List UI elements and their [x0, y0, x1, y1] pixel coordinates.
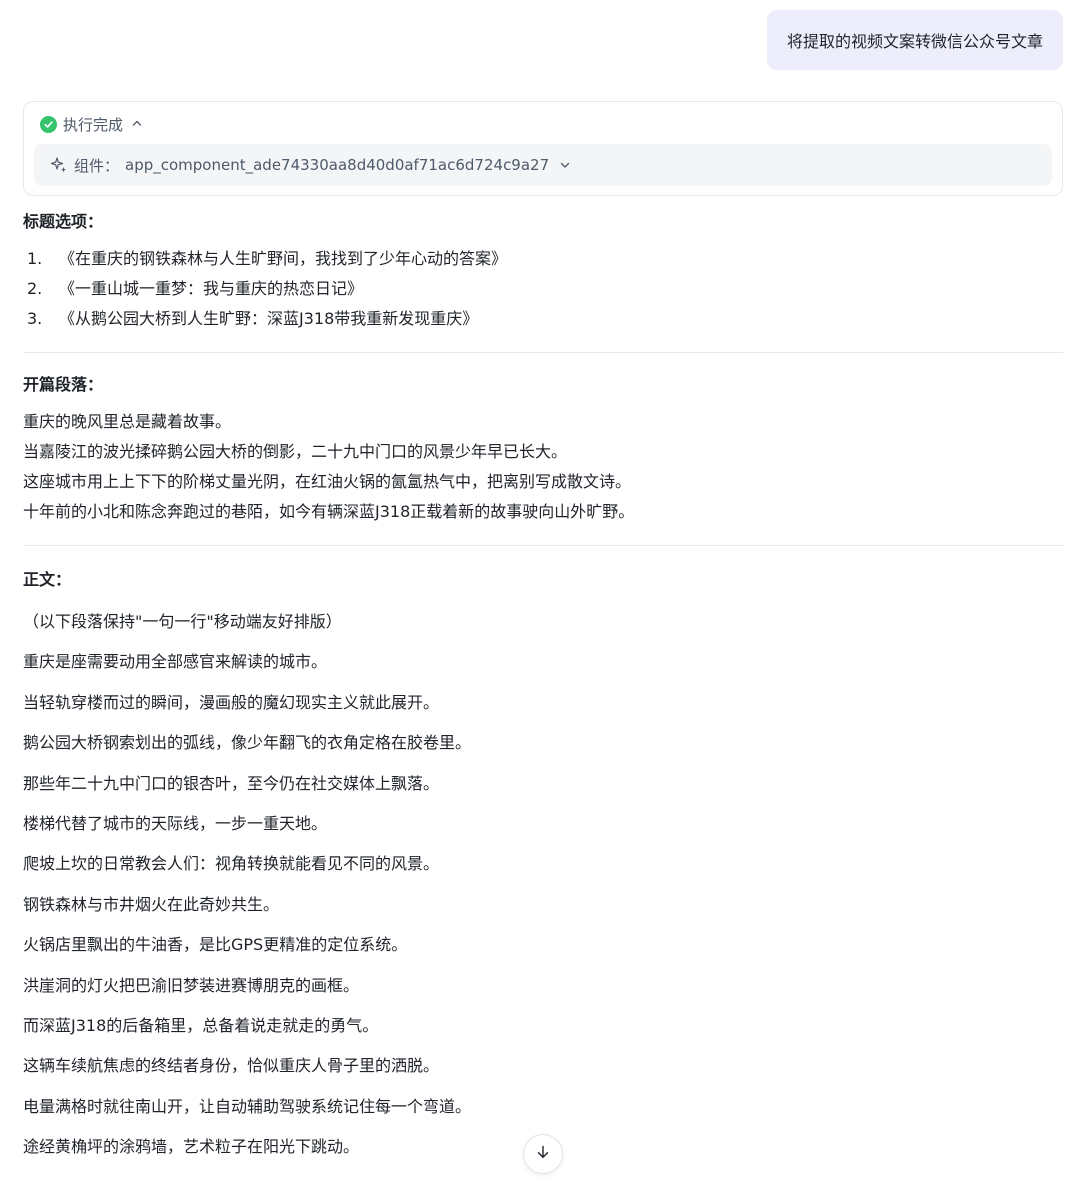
text-line: 这座城市用上上下下的阶梯丈量光阴，在红油火锅的氤氲热气中，把离别写成散文诗。	[23, 472, 632, 491]
arrow-down-icon	[535, 1144, 551, 1164]
text-line: 十年前的小北和陈念奔跑过的巷陌，如今有辆深蓝J318正载着新的故事驶向山外旷野。	[23, 502, 635, 521]
execution-status-text: 执行完成	[63, 116, 124, 134]
component-label: 组件：	[74, 156, 120, 175]
opening-paragraph: 重庆的晚风里总是藏着故事。 当嘉陵江的波光揉碎鹅公园大桥的倒影，二十九中门口的风…	[23, 407, 1063, 527]
execution-status-toggle[interactable]: 执行完成	[40, 114, 143, 135]
text-line: 洪崖洞的灯火把巴渝旧梦装进赛博朋克的画框。	[23, 975, 360, 995]
text-line: 这辆车续航焦虑的终结者身份，恰似重庆人骨子里的洒脱。	[23, 1056, 440, 1076]
chevron-up-icon	[131, 117, 143, 132]
list-item: 3. 《从鹅公园大桥到人生旷野：深蓝J318带我重新发现重庆》	[27, 309, 479, 328]
opening-heading: 开篇段落：	[23, 375, 104, 394]
user-message-text: 将提取的视频文案转微信公众号文章	[786, 32, 1043, 51]
title-options-list: 1. 《在重庆的钢铁森林与人生旷野间，我找到了少年心动的答案》 2. 《一重山城一重…	[23, 244, 1063, 334]
text-line: 鹅公园大桥钢索划出的弧线，像少年翻飞的衣角定格在胶卷里。	[23, 733, 472, 753]
list-item: 1. 《在重庆的钢铁森林与人生旷野间，我找到了少年心动的答案》	[27, 249, 508, 268]
component-row[interactable]: 组件： app_component_ade74330aa8d40d0af71ac…	[34, 144, 1052, 186]
text-line: 电量满格时就往南山开，让自动辅助驾驶系统记住每一个弯道。	[23, 1096, 472, 1116]
text-line: 当嘉陵江的波光揉碎鹅公园大桥的倒影，二十九中门口的风景少年早已长大。	[23, 442, 568, 461]
text-line: 爬坡上坎的日常教会人们：视角转换就能看见不同的风景。	[23, 854, 440, 874]
execution-card: 执行完成 组件： app_component_ade74330aa8d40d0a…	[23, 101, 1063, 196]
text-line: 重庆的晚风里总是藏着故事。	[23, 412, 232, 431]
text-line: 楼梯代替了城市的天际线，一步一重天地。	[23, 813, 328, 833]
text-line: 重庆是座需要动用全部感官来解读的城市。	[23, 652, 328, 672]
component-id: app_component_ade74330aa8d40d0af71ac6d72…	[125, 156, 550, 174]
check-circle-icon	[40, 116, 57, 133]
text-line: 火锅店里飘出的牛油香，是比GPS更精准的定位系统。	[23, 935, 408, 955]
text-line: 而深蓝J318的后备箱里，总备着说走就走的勇气。	[23, 1015, 379, 1035]
body-heading: 正文：	[23, 570, 72, 589]
text-line: 当轻轨穿楼而过的瞬间，漫画般的魔幻现实主义就此展开。	[23, 692, 440, 712]
chevron-down-icon	[559, 159, 571, 171]
text-line: （以下段落保持"一句一行"移动端友好排版）	[23, 612, 342, 631]
body-paragraph: （以下段落保持"一句一行"移动端友好排版） 重庆是座需要动用全部感官来解读的城市…	[23, 602, 1063, 1167]
titles-heading: 标题选项：	[23, 212, 104, 231]
sparkle-icon	[50, 156, 68, 174]
user-message-bubble: 将提取的视频文案转微信公众号文章	[766, 10, 1063, 70]
scroll-to-bottom-button[interactable]	[523, 1134, 563, 1174]
text-line: 钢铁森林与市井烟火在此奇妙共生。	[23, 894, 280, 914]
list-item: 2. 《一重山城一重梦：我与重庆的热恋日记》	[27, 279, 364, 298]
text-line: 那些年二十九中门口的银杏叶，至今仍在社交媒体上飘落。	[23, 773, 440, 793]
article-content: 标题选项： 1. 《在重庆的钢铁森林与人生旷野间，我找到了少年心动的答案》 2. 《…	[23, 200, 1063, 1167]
